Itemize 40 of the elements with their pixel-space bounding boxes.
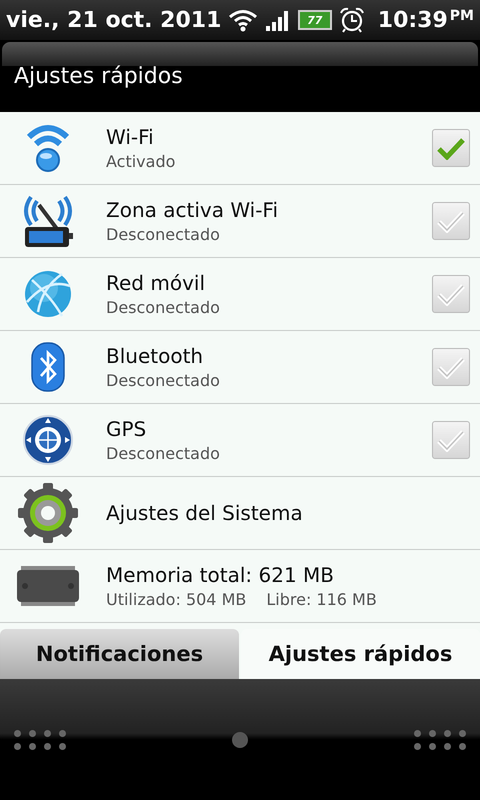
settings-item[interactable]: Zona activa Wi-Fi Desconectado (0, 185, 480, 258)
item-title: Wi-Fi (106, 125, 155, 149)
settings-item[interactable]: Ajustes del Sistema (0, 477, 480, 550)
checkbox[interactable] (432, 421, 470, 459)
checkbox[interactable] (432, 202, 470, 240)
checkbox[interactable] (432, 275, 470, 313)
memory-chip-icon (15, 564, 81, 608)
panel-title: Ajustes rápidos (13, 66, 184, 91)
memory-used: Utilizado: 504 MB (106, 590, 246, 609)
wifi-icon (26, 123, 70, 173)
gear-icon (17, 482, 79, 544)
checkbox[interactable] (432, 129, 470, 167)
settings-item[interactable]: Wi-Fi Activado (0, 112, 480, 185)
checkbox[interactable] (432, 348, 470, 386)
tab[interactable]: Notificaciones (0, 629, 239, 679)
item-title: Memoria total: 621 MB (106, 563, 336, 587)
gps-icon (22, 414, 74, 466)
globe-icon (22, 268, 74, 320)
bluetooth-icon (31, 342, 65, 392)
item-title: Bluetooth (106, 344, 204, 368)
item-title: GPS (106, 417, 148, 441)
item-title: Zona activa Wi-Fi (106, 198, 280, 222)
item-status: Activado (106, 152, 176, 171)
item-status: Desconectado (106, 225, 221, 244)
wifi-icon (228, 8, 258, 32)
item-title: Red móvil (106, 271, 206, 295)
alarm-clock-icon (338, 7, 365, 33)
settings-item[interactable]: GPS Desconectado (0, 404, 480, 477)
item-status: Desconectado (106, 444, 221, 463)
settings-item[interactable]: Bluetooth Desconectado (0, 331, 480, 404)
item-status: Desconectado (106, 298, 221, 317)
item-status: Desconectado (106, 371, 221, 390)
signal-icon (264, 9, 291, 31)
settings-item[interactable]: Red móvil Desconectado (0, 258, 480, 331)
battery-indicator: 77 (298, 10, 332, 30)
memory-free: Libre: 116 MB (266, 590, 377, 609)
item-title: Ajustes del Sistema (106, 501, 304, 525)
clock-ampm: PM (450, 8, 474, 24)
status-date: vie., 21 oct. 2011 (6, 8, 222, 32)
clock-time: 10:39 (378, 8, 448, 32)
